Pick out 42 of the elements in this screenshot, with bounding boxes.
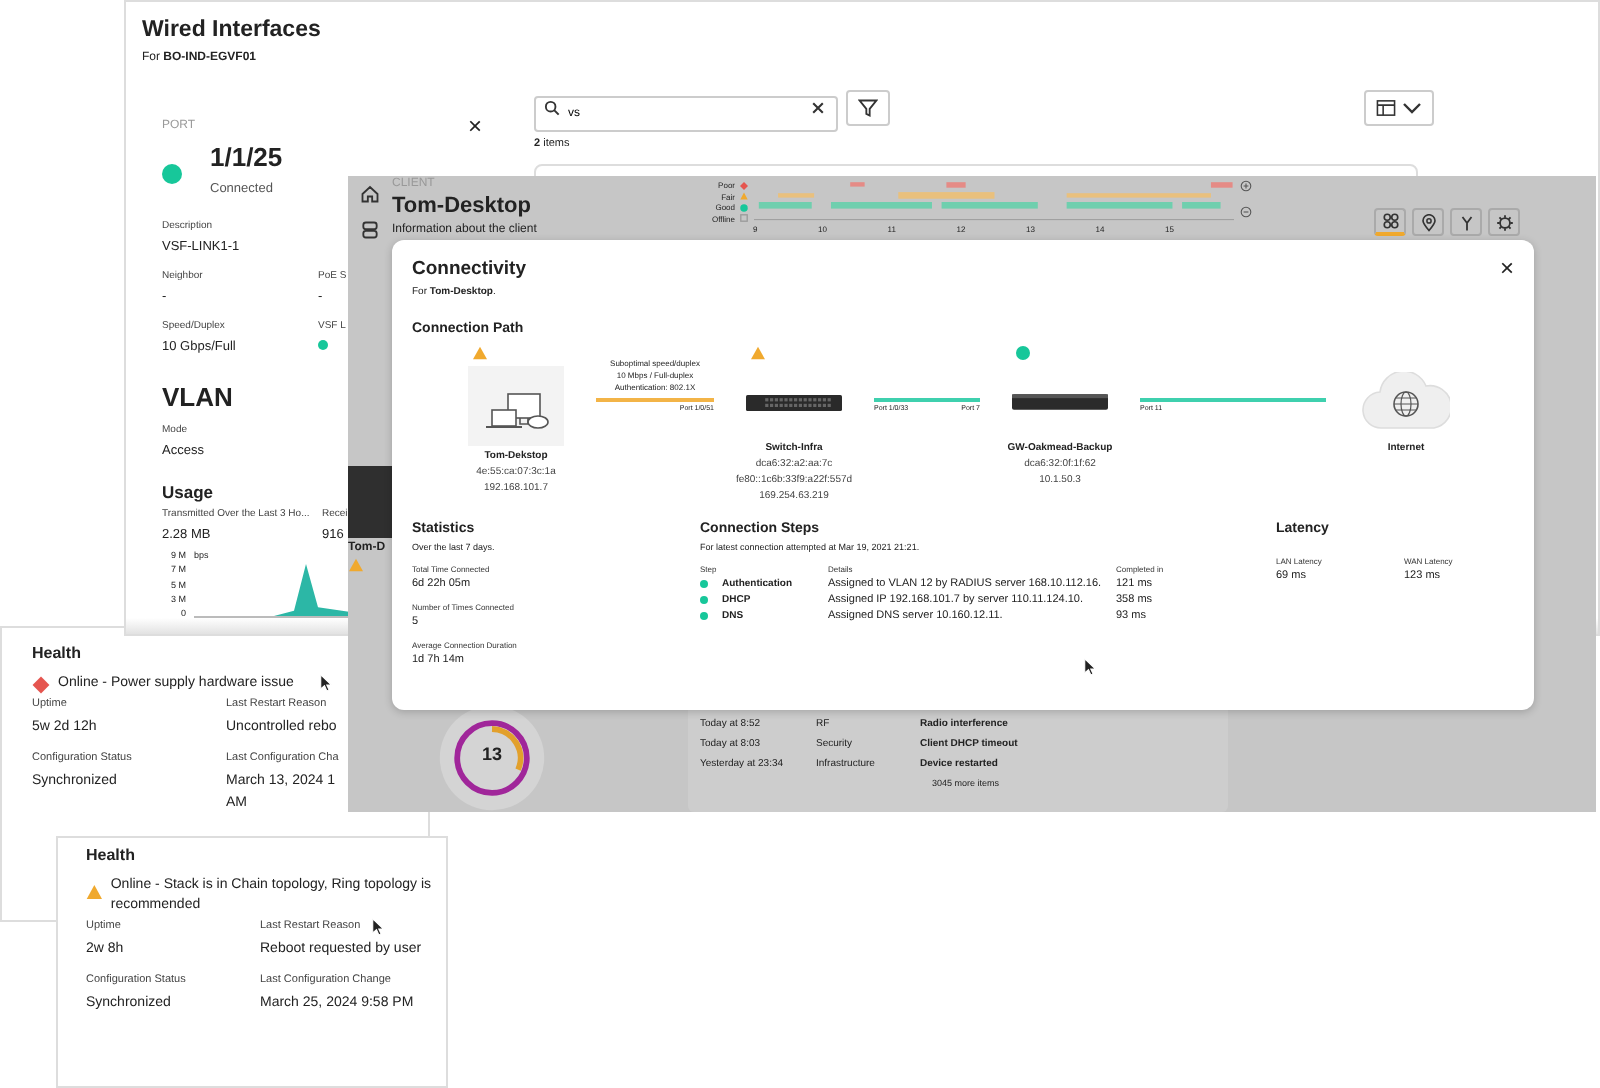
- health-score: 13: [482, 744, 502, 764]
- settings-icon: [1495, 213, 1513, 231]
- warning-icon: [348, 558, 364, 572]
- close-button[interactable]: ×: [467, 114, 482, 138]
- stack-icon[interactable]: [360, 220, 380, 240]
- network-switch-icon: [746, 389, 842, 415]
- window-title: Wired Interfaces: [142, 18, 321, 42]
- square-icon: [739, 214, 747, 222]
- table-layout-icon: [1376, 98, 1396, 118]
- fork-icon: [1457, 213, 1475, 231]
- dialog-title: Connectivity: [412, 257, 527, 279]
- topology-tab[interactable]: [1450, 208, 1482, 236]
- layout-button[interactable]: [1364, 90, 1434, 126]
- mouse-cursor-icon: [1084, 658, 1096, 676]
- mouse-cursor-icon: [372, 918, 384, 936]
- mouse-cursor-icon: [320, 674, 332, 692]
- chevron-down-icon: [1402, 98, 1422, 118]
- home-icon[interactable]: [360, 184, 380, 204]
- filter-icon: [858, 98, 878, 118]
- cloud-globe-icon: [1362, 372, 1450, 432]
- card-title: Health: [32, 644, 81, 662]
- device-photo-placeholder: [348, 466, 392, 538]
- close-button[interactable]: ×: [1499, 256, 1514, 280]
- warning-icon: [739, 192, 747, 200]
- location-tab[interactable]: [1412, 208, 1444, 236]
- section-title: Usage: [162, 482, 214, 502]
- zoom-in-icon[interactable]: [1240, 180, 1252, 192]
- filter-button[interactable]: [846, 90, 890, 126]
- grid-icon: [1381, 212, 1399, 230]
- client-title: Tom-Desktop: [392, 194, 531, 218]
- port-name: 1/1/25: [210, 142, 283, 172]
- card-title: Health: [86, 846, 135, 864]
- clear-icon[interactable]: [810, 100, 826, 116]
- diamond-icon: [739, 181, 747, 189]
- section-title: VLAN: [162, 382, 233, 412]
- gateway-device-icon: [1012, 392, 1108, 412]
- location-pin-icon: [1419, 213, 1437, 231]
- settings-tab[interactable]: [1488, 208, 1520, 236]
- zoom-out-icon[interactable]: [1240, 206, 1252, 218]
- overview-tab[interactable]: [1374, 208, 1406, 236]
- search-icon: [544, 100, 560, 116]
- dot-icon: [739, 203, 747, 211]
